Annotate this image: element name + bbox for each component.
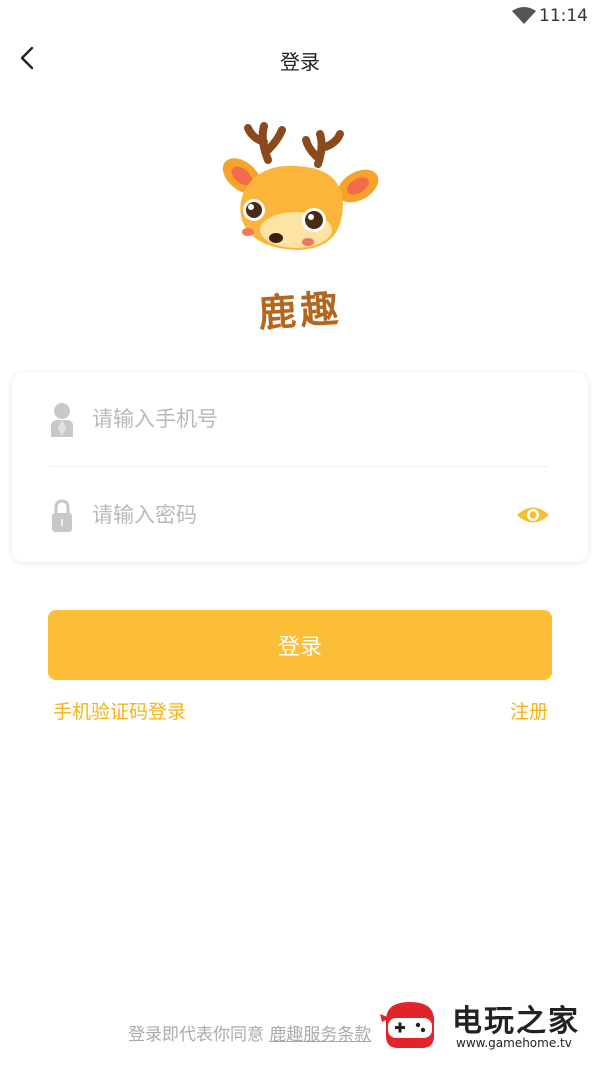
login-button[interactable]: 登录 (48, 610, 552, 680)
agreement-text: 登录即代表你同意 鹿趣服务条款 (128, 1020, 371, 1045)
logo-text: 鹿趣 (256, 285, 344, 336)
password-input[interactable] (90, 492, 494, 538)
page-title: 登录 (280, 50, 320, 74)
eye-icon[interactable] (516, 504, 550, 526)
divider (50, 466, 548, 467)
status-bar: 11:14 (0, 0, 600, 34)
watermark: 电玩之家 www.gamehome.tv (378, 992, 588, 1056)
login-form-card (12, 372, 588, 562)
lock-icon (52, 499, 72, 532)
gamepad-logo-icon (380, 1002, 434, 1048)
phone-field (12, 372, 588, 467)
terms-link[interactable]: 鹿趣服务条款 (269, 1025, 371, 1045)
user-icon (51, 403, 73, 437)
nav-bar: 登录 (0, 36, 600, 80)
status-time: 11:14 (539, 6, 588, 26)
app-logo: 鹿趣 (212, 120, 388, 340)
watermark-name: 电玩之家 (452, 1004, 580, 1039)
sms-login-link[interactable]: 手机验证码登录 (53, 697, 186, 724)
watermark-url: www.gamehome.tv (456, 1036, 572, 1050)
password-field (12, 468, 588, 562)
agreement-prefix: 登录即代表你同意 (128, 1025, 270, 1045)
deer-mascot-icon (222, 122, 379, 250)
register-link[interactable]: 注册 (510, 697, 548, 724)
phone-input[interactable] (90, 396, 494, 442)
wifi-icon (512, 7, 536, 24)
